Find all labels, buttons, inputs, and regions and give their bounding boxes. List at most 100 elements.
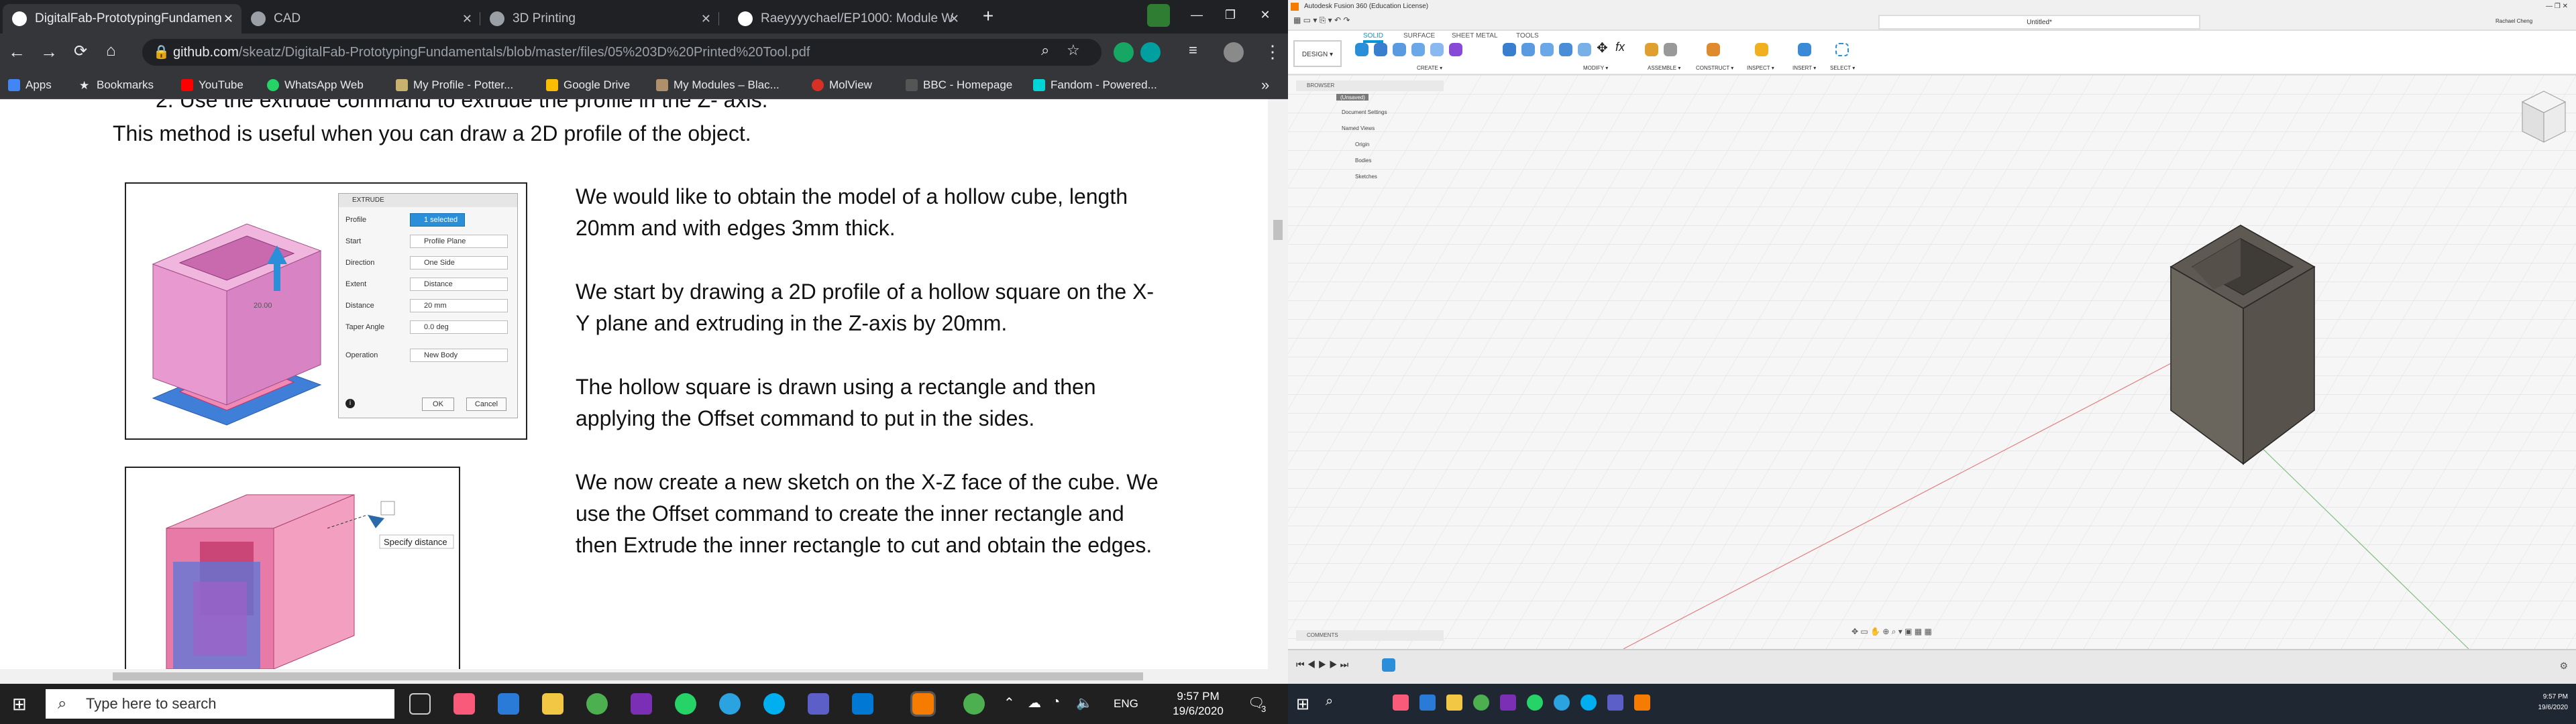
operation-dropdown[interactable]: New Body: [410, 349, 508, 362]
extent-dropdown[interactable]: Distance: [410, 278, 508, 291]
tab-cad[interactable]: CAD ✕: [241, 4, 480, 34]
teams-icon[interactable]: [808, 693, 829, 715]
measure-icon[interactable]: [1755, 43, 1768, 56]
skype-icon[interactable]: [1580, 695, 1597, 711]
bookmark-fandom[interactable]: Fandom - Powered...: [1033, 76, 1157, 94]
taskbar-clock[interactable]: 9:57 PM 19/6/2020: [2538, 692, 2569, 713]
file-explorer-icon[interactable]: [542, 693, 564, 715]
maximize-icon[interactable]: ❐: [1217, 1, 1244, 28]
close-tab-icon[interactable]: ✕: [223, 12, 233, 26]
bookmark-apps[interactable]: Apps: [8, 76, 52, 94]
bookmark-profile[interactable]: My Profile - Potter...: [396, 76, 513, 94]
ok-button[interactable]: OK: [422, 398, 454, 411]
onenote-icon[interactable]: [1500, 695, 1516, 711]
browser-root-node[interactable]: (Unsaved): [1336, 94, 1369, 101]
window-controls[interactable]: — ❐ ✕: [2546, 0, 2568, 13]
info-icon[interactable]: i: [345, 399, 355, 408]
chamfer-icon[interactable]: [1540, 43, 1554, 56]
pattern-icon[interactable]: [1449, 43, 1462, 56]
distance-input[interactable]: 20 mm: [410, 299, 508, 312]
taskbar-search[interactable]: ⌕ Type here to search: [46, 689, 394, 719]
whatsapp-icon[interactable]: [1527, 695, 1543, 711]
insert-image-icon[interactable]: [1798, 43, 1811, 56]
loft-icon[interactable]: [1430, 43, 1444, 56]
skype-icon[interactable]: [763, 693, 785, 715]
tab-ep1000[interactable]: Raeyyyychael/EP1000: Module W ✕: [729, 4, 967, 34]
bookmark-google-drive[interactable]: Google Drive: [546, 76, 630, 94]
whatsapp-icon[interactable]: [675, 693, 696, 715]
profile-avatar[interactable]: [1224, 42, 1244, 62]
telegram-icon[interactable]: [1554, 695, 1570, 711]
close-tab-icon[interactable]: ✕: [462, 12, 472, 26]
profile-select[interactable]: 1 selected: [410, 213, 465, 227]
reading-list-icon[interactable]: ≡: [1189, 42, 1197, 59]
music-app-icon[interactable]: [453, 693, 475, 715]
group-create[interactable]: CREATE ▾: [1417, 64, 1442, 71]
file-explorer-icon[interactable]: [1446, 695, 1462, 711]
menu-icon[interactable]: ⋮: [1264, 42, 1281, 62]
group-modify[interactable]: MODIFY ▾: [1583, 64, 1608, 71]
chrome-icon[interactable]: [1473, 695, 1489, 711]
group-select[interactable]: SELECT ▾: [1830, 64, 1855, 71]
tab-sheet-metal[interactable]: SHEET METAL: [1452, 32, 1498, 40]
start-dropdown[interactable]: Profile Plane: [410, 235, 508, 248]
offset-plane-icon[interactable]: [1707, 43, 1720, 56]
wifi-icon[interactable]: ◔: [1052, 695, 1060, 710]
fusion360-icon[interactable]: [1634, 695, 1650, 711]
document-tab[interactable]: Untitled*: [1878, 15, 2200, 29]
chrome-icon[interactable]: [586, 693, 608, 715]
bookmark-bbc[interactable]: BBC - Homepage: [906, 76, 1012, 94]
fx-parameters-icon[interactable]: fx: [1615, 40, 1625, 54]
fusion-canvas[interactable]: BROWSER (Unsaved) Document Settings Name…: [1288, 75, 2576, 649]
browser-bodies[interactable]: Bodies: [1355, 157, 1371, 164]
more-bookmarks-button[interactable]: »: [1261, 76, 1269, 94]
forward-icon[interactable]: →: [40, 42, 58, 62]
horizontal-scrollbar[interactable]: [0, 669, 1288, 684]
extrude-icon[interactable]: [1374, 43, 1387, 56]
extension-icon[interactable]: [1140, 42, 1161, 62]
3d-viewport[interactable]: [1288, 75, 2576, 649]
store-icon[interactable]: [1419, 695, 1436, 711]
browser-sketches[interactable]: Sketches: [1355, 173, 1377, 180]
new-sketch-icon[interactable]: [1355, 43, 1368, 56]
windows-start-icon[interactable]: ⊞: [12, 695, 31, 713]
language-indicator[interactable]: ENG: [1114, 697, 1138, 711]
sweep-icon[interactable]: [1411, 43, 1425, 56]
select-icon[interactable]: [1835, 43, 1849, 56]
chrome-icon[interactable]: [963, 693, 985, 715]
new-tab-button[interactable]: +: [978, 7, 998, 27]
extension-icon[interactable]: [1147, 4, 1170, 27]
windows-start-icon[interactable]: ⊞: [1296, 695, 1309, 713]
search-icon[interactable]: ⌕: [1041, 42, 1049, 59]
group-assemble[interactable]: ASSEMBLE ▾: [1648, 64, 1680, 71]
joint-icon[interactable]: [1664, 43, 1677, 56]
settings-icon[interactable]: ⚙: [2559, 661, 2568, 672]
chevron-up-icon[interactable]: ⌃: [1004, 695, 1015, 711]
combine-icon[interactable]: [1578, 43, 1591, 56]
timeline-feature-icon[interactable]: [1382, 658, 1395, 672]
direction-dropdown[interactable]: One Side: [410, 256, 508, 269]
bookmark-whatsapp[interactable]: WhatsApp Web: [267, 76, 364, 94]
app-icon[interactable]: [852, 693, 873, 715]
close-tab-icon[interactable]: ✕: [949, 12, 959, 26]
taper-input[interactable]: 0.0 deg: [410, 320, 508, 334]
tab-3d-printing[interactable]: 3D Printing ✕: [480, 4, 719, 34]
music-app-icon[interactable]: [1393, 695, 1409, 711]
group-inspect[interactable]: INSPECT ▾: [1747, 64, 1774, 71]
browser-origin[interactable]: Origin: [1355, 141, 1369, 147]
home-icon[interactable]: ⌂: [106, 42, 116, 60]
bookmark-youtube[interactable]: YouTube: [181, 76, 244, 94]
address-bar[interactable]: 🔒 github.com/skeatz/DigitalFab-Prototypi…: [142, 39, 1102, 66]
shell-icon[interactable]: [1559, 43, 1572, 56]
browser-panel-header[interactable]: BROWSER: [1296, 80, 1444, 91]
close-window-icon[interactable]: ✕: [1252, 1, 1279, 28]
taskbar-clock[interactable]: 9:57 PM 19/6/2020: [1165, 689, 1232, 719]
move-icon[interactable]: ✥: [1597, 42, 1608, 56]
grammarly-icon[interactable]: [1114, 42, 1134, 62]
press-pull-icon[interactable]: [1503, 43, 1516, 56]
teams-icon[interactable]: [1607, 695, 1623, 711]
volume-icon[interactable]: 🔈: [1076, 695, 1093, 711]
tab-tools[interactable]: TOOLS: [1516, 32, 1539, 40]
viewcube[interactable]: [2521, 90, 2567, 143]
close-tab-icon[interactable]: ✕: [701, 12, 711, 26]
